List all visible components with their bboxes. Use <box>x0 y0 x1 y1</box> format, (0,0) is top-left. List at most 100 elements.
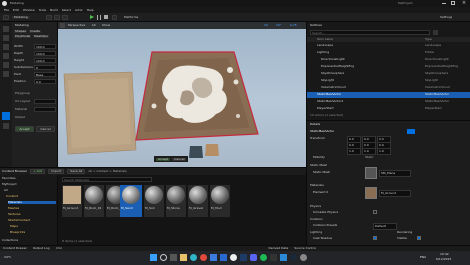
import-button[interactable]: Import <box>48 169 65 174</box>
more-play-button[interactable] <box>112 15 117 20</box>
outliner-search[interactable]: Search... <box>310 30 430 35</box>
scale-x[interactable]: 1.0 <box>347 148 361 155</box>
section-create[interactable]: Create <box>28 30 41 33</box>
clock-time[interactable]: 10:42 <box>440 253 449 256</box>
section-header[interactable]: Rendering <box>397 231 412 234</box>
menu-build[interactable]: Build <box>50 9 58 12</box>
mini-accept-button[interactable]: Accept <box>156 157 171 161</box>
table-row[interactable]: SkyLight SkyLight <box>307 78 470 84</box>
minimize-icon[interactable] <box>442 3 446 4</box>
fracture-icon[interactable] <box>3 62 9 68</box>
prop-value[interactable]: Default <box>373 223 397 230</box>
table-row[interactable]: ExponentialHeightFog ExponentialHeightFo… <box>307 64 470 70</box>
section-meshops[interactable]: MeshOps <box>33 35 49 38</box>
vscode-icon[interactable] <box>280 254 287 261</box>
save-all-button[interactable]: Save All <box>67 169 86 174</box>
store-icon[interactable] <box>210 254 217 261</box>
source-control-button[interactable]: Source Control <box>294 247 316 250</box>
settings-icon[interactable] <box>300 254 307 261</box>
section-polymodel[interactable]: PolyModel <box>14 35 32 38</box>
column-label[interactable]: Item Label <box>317 38 333 41</box>
landscape-icon[interactable] <box>3 35 9 41</box>
cast-shadow-checkbox[interactable] <box>373 236 377 240</box>
section-header[interactable]: Materials <box>310 184 324 187</box>
tree-item[interactable]: Content <box>6 195 18 198</box>
outliner-tab[interactable]: Outliner <box>310 24 322 27</box>
menu-file[interactable]: File <box>4 9 9 12</box>
menu-edit[interactable]: Edit <box>13 9 19 12</box>
menu-help[interactable]: Help <box>87 9 94 12</box>
menu-window[interactable]: Window <box>23 9 35 12</box>
visible-checkbox[interactable] <box>417 236 421 240</box>
weather-widget[interactable]: 24°C <box>4 256 11 259</box>
scale-y[interactable]: 1.0 <box>362 148 376 155</box>
menu-actor[interactable]: Actor <box>75 9 83 12</box>
mesh-thumbnail[interactable] <box>365 167 377 179</box>
search-icon[interactable] <box>160 254 167 261</box>
asset-tile[interactable]: M_Ground <box>62 185 82 217</box>
content-drawer-button[interactable]: Content Drawer <box>3 247 27 250</box>
section-header[interactable]: Static Mesh <box>310 164 327 167</box>
start-icon[interactable] <box>150 254 157 261</box>
tree-item[interactable]: Meshes <box>8 207 19 210</box>
discord-icon[interactable] <box>250 254 257 261</box>
details-tab[interactable]: Details <box>310 123 320 126</box>
add-actor-button[interactable] <box>46 15 52 20</box>
column-type[interactable]: Type <box>425 38 432 41</box>
section-shapes[interactable]: Shapes <box>14 30 27 33</box>
asset-tile[interactable]: M_Stone <box>166 185 186 217</box>
tree-item[interactable]: All <box>4 189 8 192</box>
steam-icon[interactable] <box>290 254 297 261</box>
asset-tile[interactable]: M_Gravel <box>188 185 208 217</box>
accept-button[interactable]: Accept <box>15 126 34 132</box>
scale-z[interactable]: 1.0 <box>377 148 391 155</box>
section-header[interactable]: Transform <box>310 137 325 140</box>
pause-icon[interactable] <box>97 15 101 20</box>
close-icon[interactable]: × <box>460 0 468 6</box>
tree-item[interactable]: Collections <box>2 239 18 242</box>
add-button[interactable]: + Add <box>30 169 46 174</box>
table-row[interactable]: SkyAtmosphere SkyAtmosphere <box>307 71 470 77</box>
table-row[interactable]: StaticMeshActor2 StaticMeshActor <box>307 99 470 105</box>
clock-date[interactable]: 6/12/2023 <box>436 258 451 261</box>
table-row[interactable]: DirectionalLight DirectionalLight <box>307 57 470 63</box>
mini-cancel-button[interactable]: Cancel <box>172 157 187 161</box>
table-row[interactable]: Landscape Landscape <box>307 43 470 49</box>
photoshop-icon[interactable] <box>240 254 247 261</box>
tree-item[interactable]: Favorites <box>2 177 16 180</box>
section-header[interactable]: Lighting <box>310 231 322 234</box>
menu-select[interactable]: Select <box>62 9 71 12</box>
cancel-button[interactable]: Cancel <box>36 126 55 132</box>
height-field[interactable]: 100.0 <box>34 58 56 63</box>
subdivisions-field[interactable]: 0 <box>34 65 56 70</box>
edge-icon[interactable] <box>190 254 197 261</box>
prop-value[interactable]: M_Ground <box>379 190 411 197</box>
table-row-selected[interactable]: StaticMeshActor StaticMeshActor <box>307 92 470 98</box>
animation-icon[interactable] <box>3 123 9 129</box>
mode-dropdown[interactable]: Modeling <box>12 16 30 19</box>
dropdown-field[interactable] <box>34 107 56 112</box>
level-viewport[interactable]: Perspective Lit Show 10 10° 0.25 Accept … <box>58 22 306 167</box>
table-row[interactable]: VolumetricCloud VolumetricCloud <box>307 85 470 91</box>
material-thumbnail[interactable] <box>365 187 377 199</box>
content-browser-tab[interactable]: Content Browser <box>2 170 27 173</box>
tree-item[interactable]: StarterContent <box>8 219 30 222</box>
asset-tile[interactable]: M_Rock_01 <box>84 185 104 217</box>
tree-item[interactable]: Blueprints <box>10 231 25 234</box>
derived-data-button[interactable]: Derived Data <box>268 247 288 250</box>
terminal-icon[interactable] <box>270 254 277 261</box>
settings-dropdown[interactable]: Settings <box>440 16 452 19</box>
modeling-icon[interactable] <box>2 112 10 120</box>
unreal-logo-icon[interactable] <box>2 1 7 6</box>
foliage-icon[interactable] <box>3 44 9 50</box>
asset-tile[interactable]: M_Soil <box>144 185 164 217</box>
cmd-input[interactable]: Cmd <box>56 247 63 250</box>
maximize-icon[interactable] <box>451 1 455 5</box>
taskview-icon[interactable] <box>170 254 177 261</box>
dropdown-field[interactable] <box>34 99 56 104</box>
section-header[interactable]: Collision <box>310 218 323 221</box>
section-header[interactable]: Physics <box>310 205 321 208</box>
depth-field[interactable]: 100.0 <box>34 51 56 56</box>
filter-icon[interactable] <box>433 30 438 35</box>
asset-search[interactable]: Search Materials <box>62 177 152 182</box>
